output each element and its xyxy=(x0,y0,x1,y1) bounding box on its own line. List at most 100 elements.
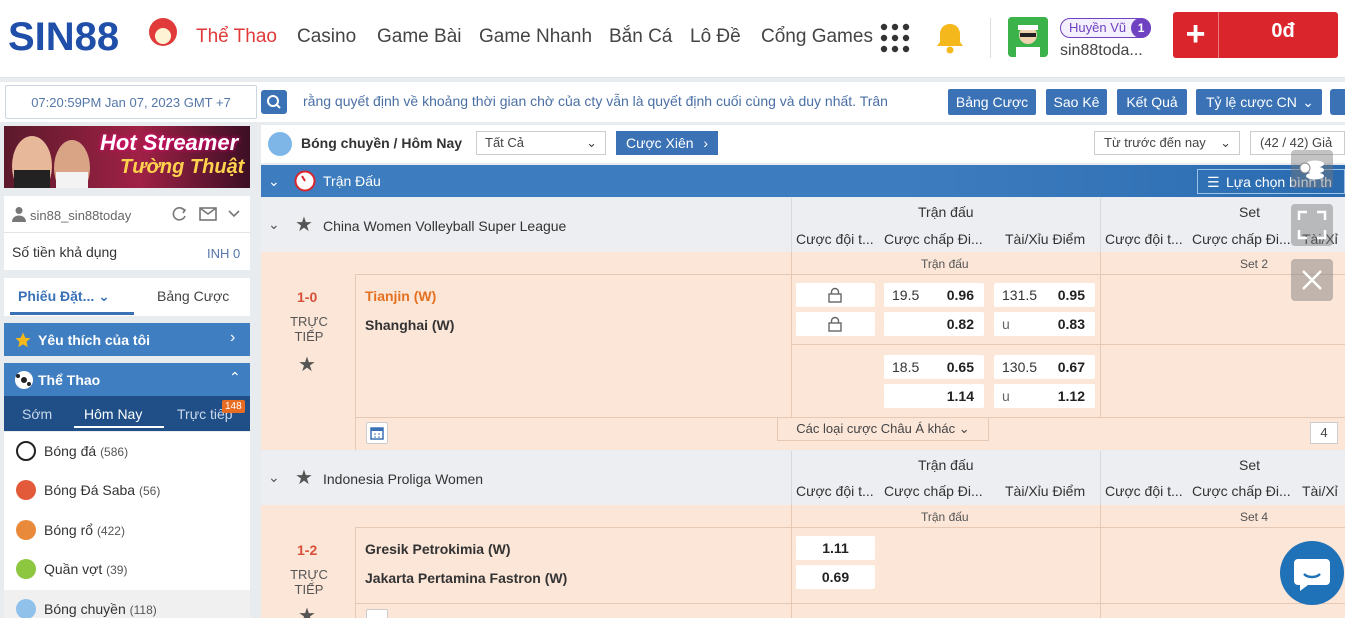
market-filter-select[interactable]: Tất Cả ⌄ xyxy=(476,131,606,155)
avatar[interactable] xyxy=(1008,17,1048,57)
nav-item-casino[interactable]: Casino xyxy=(297,26,356,48)
calendar-icon xyxy=(370,427,384,440)
mail-icon[interactable] xyxy=(199,207,217,221)
bell-icon[interactable] xyxy=(932,20,968,56)
col-over-under: Tài/Xỉu Điểm xyxy=(1005,231,1086,247)
chevron-down-icon[interactable] xyxy=(228,209,240,219)
section-bar[interactable] xyxy=(261,165,1345,197)
search-icon xyxy=(267,95,281,109)
sin88-logo[interactable]: SIN88 xyxy=(8,10,183,64)
vip-name: Huyền Vũ xyxy=(1069,20,1127,35)
sidebar-item-saba-football[interactable]: Bóng Đá Saba (56) xyxy=(4,471,250,510)
moneyline-away-odds[interactable]: 0.69 xyxy=(796,565,875,589)
hot-streamer-banner[interactable]: Hot Streamer Tường Thuật xyxy=(4,126,250,188)
date-filter-value: Từ trước đến nay xyxy=(1104,135,1206,150)
odds-value: 0.67 xyxy=(1057,359,1085,375)
divider xyxy=(791,252,792,417)
market-filter-value: Tất Cả xyxy=(485,135,525,150)
refresh-icon[interactable] xyxy=(170,206,188,222)
favorites-header[interactable]: Yêu thích của tôi › xyxy=(4,323,250,356)
live-status: TRỰC TIẾP xyxy=(290,567,328,597)
handicap-home-odds[interactable]: 19.5 0.96 xyxy=(884,283,984,307)
divider xyxy=(355,603,1345,604)
more-asian-bets-toggle[interactable]: Các loại cược Châu Á khác ⌄ xyxy=(777,417,989,441)
bet-list-button[interactable]: Bảng Cược xyxy=(948,89,1036,115)
tab-bet-slip-label: Phiếu Đặt... xyxy=(18,288,95,304)
star-icon[interactable]: ★ xyxy=(298,352,316,377)
handicap-away-odds[interactable]: 0.82 xyxy=(884,312,984,336)
home-team: Gresik Petrokimia (W) xyxy=(365,541,511,557)
close-icon xyxy=(1302,270,1322,290)
sport-label: Bóng rổ (422) xyxy=(44,522,125,538)
sports-icon xyxy=(15,371,33,389)
handicap-line: 19.5 xyxy=(892,287,920,303)
home-team: Tianjin (W) xyxy=(365,288,437,304)
search-button[interactable] xyxy=(261,90,287,114)
nav-item-lo-de[interactable]: Lô Đề xyxy=(690,26,741,48)
nav-item-game-nhanh[interactable]: Game Nhanh xyxy=(479,26,592,48)
results-button[interactable]: Kết Quả xyxy=(1117,89,1187,115)
sidebar-item-basketball[interactable]: Bóng rổ (422) xyxy=(4,511,250,550)
league-header[interactable]: ⌄ ★ China Women Volleyball Super League … xyxy=(261,198,1345,252)
plus-icon[interactable]: + xyxy=(1173,12,1219,58)
username[interactable]: sin88toda... xyxy=(1060,42,1143,60)
under-odds[interactable]: u 1.12 xyxy=(994,384,1095,408)
sidebar-item-tennis[interactable]: Quần vợt (39) xyxy=(4,550,250,589)
available-balance-value: INH 0 xyxy=(207,246,241,261)
sport-time-tabs: Sớm Hôm Nay Trực tiếp xyxy=(4,396,250,431)
tab-bet-list[interactable]: Bảng Cược xyxy=(157,288,229,304)
statement-button[interactable]: Sao Kê xyxy=(1046,89,1107,115)
calendar-button[interactable] xyxy=(366,422,388,444)
star-icon[interactable]: ★ xyxy=(295,212,313,237)
date-filter-select[interactable]: Từ trước đến nay ⌄ xyxy=(1094,131,1240,155)
tab-today[interactable]: Hôm Nay xyxy=(84,406,142,422)
chevron-down-icon: ⌄ xyxy=(98,288,110,304)
chevron-down-icon[interactable]: ⌄ xyxy=(268,173,280,190)
star-icon[interactable]: ★ xyxy=(295,465,313,490)
odds-type-select[interactable]: Tỷ lệ cược CN ⌄ xyxy=(1196,89,1322,115)
sport-label: Bóng đá (586) xyxy=(44,443,129,459)
vip-badge[interactable]: Huyền Vũ 1 xyxy=(1060,18,1152,38)
sports-header[interactable]: Thể Thao ⌃ xyxy=(4,363,250,396)
coins-button[interactable] xyxy=(1291,150,1333,188)
close-button[interactable] xyxy=(1291,259,1333,301)
odds-value: 0.65 xyxy=(946,359,974,375)
divider xyxy=(791,505,792,618)
sidebar-item-football[interactable]: Bóng đá (586) xyxy=(4,432,250,471)
chevron-down-icon[interactable]: ⌄ xyxy=(268,469,280,486)
scroll-handle[interactable] xyxy=(1330,89,1345,115)
live-chat-button[interactable] xyxy=(1280,541,1344,605)
divider xyxy=(791,344,1345,345)
nav-item-ban-ca[interactable]: Bắn Cá xyxy=(609,26,672,48)
odds-value: 0.82 xyxy=(946,316,974,332)
league-header[interactable]: ⌄ ★ Indonesia Proliga Women Trận đấu Set… xyxy=(261,451,1345,505)
nav-item-cong-games[interactable]: Cổng Games xyxy=(761,26,873,48)
sport-label: Quần vợt (39) xyxy=(44,561,128,577)
under-marker: u xyxy=(1002,316,1010,332)
tab-bet-slip[interactable]: Phiếu Đặt... ⌄ xyxy=(18,288,110,305)
over-odds[interactable]: 130.5 0.67 xyxy=(994,355,1095,379)
chevron-right-icon: › xyxy=(230,329,236,346)
chevron-down-icon[interactable]: ⌄ xyxy=(268,216,280,233)
more-markets-count[interactable]: 4 xyxy=(1310,422,1338,444)
divider xyxy=(1100,505,1101,618)
parlay-button[interactable]: Cược Xiên › xyxy=(616,131,718,155)
calendar-button[interactable] xyxy=(366,609,388,618)
deposit-balance-button[interactable]: + 0đ xyxy=(1173,12,1338,58)
apps-grid-icon[interactable] xyxy=(880,23,910,53)
star-icon[interactable]: ★ xyxy=(298,603,316,618)
account-name: sin88_sin88today xyxy=(30,208,132,223)
tab-early[interactable]: Sớm xyxy=(22,406,52,422)
moneyline-home-odds[interactable]: 1.11 xyxy=(796,536,875,560)
fullscreen-button[interactable] xyxy=(1291,204,1333,246)
sidebar-item-volleyball[interactable]: Bóng chuyền (118) xyxy=(4,590,250,618)
odds-value: 0.69 xyxy=(821,569,850,585)
handicap-away-odds[interactable]: 1.14 xyxy=(884,384,984,408)
over-odds[interactable]: 131.5 0.95 xyxy=(994,283,1095,307)
lock-icon xyxy=(828,287,842,303)
nav-item-the-thao[interactable]: Thể Thao xyxy=(196,26,277,48)
nav-item-game-bai[interactable]: Game Bài xyxy=(377,26,461,48)
handicap-home-odds[interactable]: 18.5 0.65 xyxy=(884,355,984,379)
col-handicap: Cược chấp Đi... xyxy=(884,483,983,499)
under-odds[interactable]: u 0.83 xyxy=(994,312,1095,336)
